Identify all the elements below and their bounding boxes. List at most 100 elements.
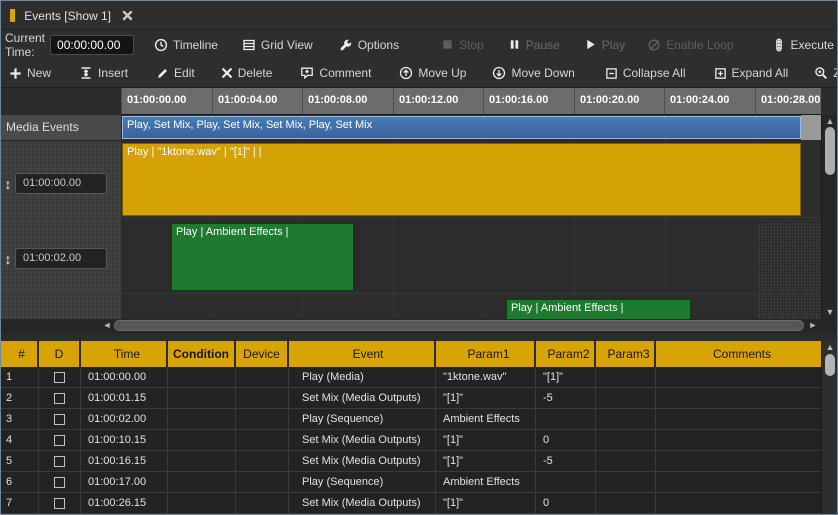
col-header-time[interactable]: Time <box>81 341 168 367</box>
cell-time[interactable]: 01:00:17.00 <box>81 472 168 492</box>
disable-checkbox[interactable] <box>54 456 65 467</box>
event-row[interactable]: 4 01:00:10.15 Set Mix (Media Outputs) "[… <box>1 430 821 451</box>
group-summary-bar[interactable]: Play, Set Mix, Play, Set Mix, Set Mix, P… <box>122 116 801 139</box>
col-header-device[interactable]: Device <box>236 341 289 367</box>
row-start-time-field[interactable]: 01:00:00.00 <box>15 173 107 194</box>
cell-comments[interactable] <box>656 409 821 429</box>
cell-condition[interactable] <box>168 409 236 429</box>
event-row[interactable]: 3 01:00:02.00 Play (Sequence) Ambient Ef… <box>1 409 821 430</box>
timeline-vertical-scrollbar[interactable]: ▲ ▼ <box>821 115 837 319</box>
cell-device[interactable] <box>236 388 289 408</box>
cell-event[interactable]: Play (Sequence) <box>289 409 436 429</box>
sequence-event-bar[interactable]: Play | Ambient Effects | <box>171 223 354 291</box>
pause-button[interactable]: Pause <box>508 38 560 52</box>
cell-event[interactable]: Set Mix (Media Outputs) <box>289 388 436 408</box>
cell-param2[interactable]: "[1]" <box>536 367 596 387</box>
col-header-param2[interactable]: Param2 <box>536 341 596 367</box>
cell-condition[interactable] <box>168 367 236 387</box>
cell-device[interactable] <box>236 409 289 429</box>
cell-param3[interactable] <box>596 367 656 387</box>
delete-button[interactable]: Delete <box>221 66 273 80</box>
event-row[interactable]: 7 01:00:26.15 Set Mix (Media Outputs) "[… <box>1 493 821 514</box>
cell-param2[interactable]: 0 <box>536 430 596 450</box>
disable-checkbox[interactable] <box>54 498 65 509</box>
cell-comments[interactable] <box>656 493 821 513</box>
cell-param3[interactable] <box>596 472 656 492</box>
tab-events-show1[interactable]: Events [Show 1] <box>1 1 133 30</box>
cell-time[interactable]: 01:00:10.15 <box>81 430 168 450</box>
scroll-down-arrow[interactable]: ▼ <box>822 308 838 317</box>
col-header-comments[interactable]: Comments <box>656 341 821 367</box>
comment-button[interactable]: Comment <box>300 66 371 80</box>
cell-param1[interactable]: Ambient Effects <box>436 472 536 492</box>
insert-button[interactable]: Insert <box>79 66 128 80</box>
col-header-param1[interactable]: Param1 <box>436 341 536 367</box>
collapse-all-button[interactable]: Collapse All <box>605 66 686 80</box>
row-start-time-field[interactable]: 01:00:02.00 <box>15 248 107 269</box>
edit-button[interactable]: Edit <box>156 66 195 80</box>
cell-param1[interactable]: Ambient Effects <box>436 409 536 429</box>
grid-view-button[interactable]: Grid View <box>242 38 313 52</box>
zoom-in-button[interactable]: Zoom In <box>814 66 838 80</box>
cell-condition[interactable] <box>168 388 236 408</box>
cell-param3[interactable] <box>596 493 656 513</box>
cell-device[interactable] <box>236 493 289 513</box>
cell-event[interactable]: Set Mix (Media Outputs) <box>289 451 436 471</box>
new-button[interactable]: New <box>9 66 51 80</box>
event-row[interactable]: 1 01:00:00.00 Play (Media) "1ktone.wav" … <box>1 367 821 388</box>
cell-time[interactable]: 01:00:00.00 <box>81 367 168 387</box>
cell-param3[interactable] <box>596 388 656 408</box>
group-row-label[interactable]: Media Events <box>1 115 121 141</box>
disable-checkbox[interactable] <box>54 372 65 383</box>
scroll-up-arrow[interactable]: ▲ <box>822 117 838 126</box>
cell-device[interactable] <box>236 451 289 471</box>
col-header-number[interactable]: # <box>1 341 39 367</box>
time-ruler[interactable]: 01:00:00.00 01:00:04.00 01:00:08.00 01:0… <box>121 88 821 115</box>
sequence-event-bar[interactable]: Play | Ambient Effects | <box>506 299 691 319</box>
timeline-view-button[interactable]: Timeline <box>154 38 218 52</box>
col-header-param3[interactable]: Param3 <box>596 341 656 367</box>
scroll-left-arrow[interactable]: ◄ <box>101 321 113 330</box>
cell-device[interactable] <box>236 367 289 387</box>
cell-event[interactable]: Play (Sequence) <box>289 472 436 492</box>
cell-condition[interactable] <box>168 430 236 450</box>
cell-event[interactable]: Play (Media) <box>289 367 436 387</box>
execute-event-button[interactable]: Execute Event <box>772 38 838 52</box>
scrollbar-thumb[interactable] <box>114 320 804 331</box>
cell-time[interactable]: 01:00:01.15 <box>81 388 168 408</box>
cell-time[interactable]: 01:00:16.15 <box>81 451 168 471</box>
cell-param3[interactable] <box>596 409 656 429</box>
cell-condition[interactable] <box>168 472 236 492</box>
cell-condition[interactable] <box>168 451 236 471</box>
drag-updown-icon[interactable]: ↕ <box>1 251 15 267</box>
cell-comments[interactable] <box>656 388 821 408</box>
enable-loop-button[interactable]: Enable Loop <box>647 38 733 52</box>
move-down-button[interactable]: Move Down <box>492 66 574 80</box>
cell-param2[interactable]: 0 <box>536 493 596 513</box>
cell-comments[interactable] <box>656 430 821 450</box>
event-row[interactable]: 6 01:00:17.00 Play (Sequence) Ambient Ef… <box>1 472 821 493</box>
scrollbar-thumb[interactable] <box>825 127 835 175</box>
cell-comments[interactable] <box>656 367 821 387</box>
col-header-condition[interactable]: Condition <box>168 341 236 367</box>
cell-param2[interactable] <box>536 472 596 492</box>
cell-param2[interactable]: -5 <box>536 451 596 471</box>
event-row[interactable]: 5 01:00:16.15 Set Mix (Media Outputs) "[… <box>1 451 821 472</box>
col-header-event[interactable]: Event <box>289 341 436 367</box>
move-up-button[interactable]: Move Up <box>399 66 466 80</box>
cell-param2[interactable]: -5 <box>536 388 596 408</box>
disable-checkbox[interactable] <box>54 477 65 488</box>
cell-param3[interactable] <box>596 451 656 471</box>
scroll-right-arrow[interactable]: ► <box>807 321 819 330</box>
options-button[interactable]: Options <box>339 38 399 52</box>
cell-param1[interactable]: "1ktone.wav" <box>436 367 536 387</box>
tab-close-icon[interactable] <box>122 10 133 21</box>
cell-param3[interactable] <box>596 430 656 450</box>
cell-comments[interactable] <box>656 472 821 492</box>
event-row[interactable]: 2 01:00:01.15 Set Mix (Media Outputs) "[… <box>1 388 821 409</box>
cell-time[interactable]: 01:00:26.15 <box>81 493 168 513</box>
cell-time[interactable]: 01:00:02.00 <box>81 409 168 429</box>
scrollbar-thumb[interactable] <box>825 354 835 376</box>
disable-checkbox[interactable] <box>54 393 65 404</box>
cell-comments[interactable] <box>656 451 821 471</box>
